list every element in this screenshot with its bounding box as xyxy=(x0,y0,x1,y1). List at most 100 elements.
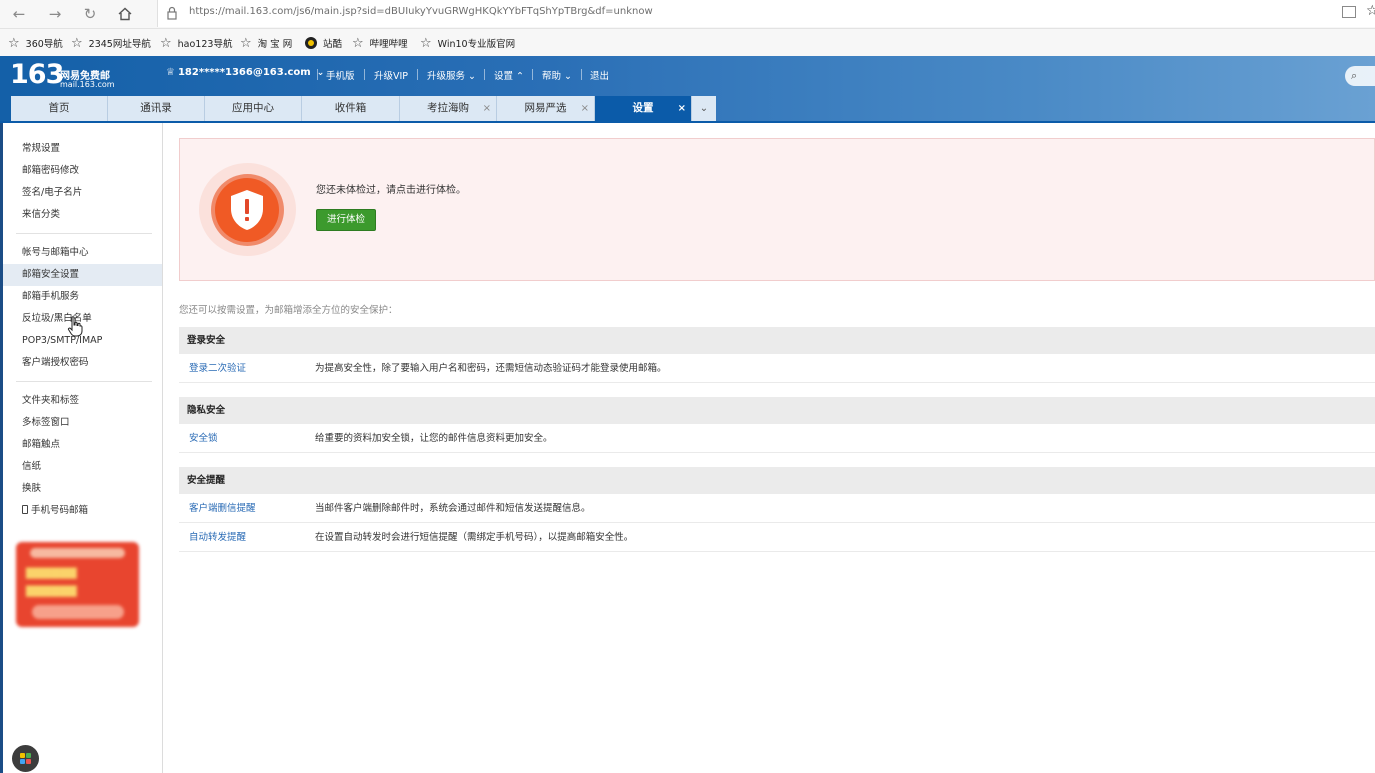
logout-link[interactable]: 退出 xyxy=(590,68,609,82)
tab-yanxuan[interactable]: 网易严选 × xyxy=(497,96,595,121)
sidebar-item-password[interactable]: 邮箱密码修改 xyxy=(3,160,162,182)
setting-description: 在设置自动转发时会进行短信提醒（需绑定手机号码），以提高邮箱安全性。 xyxy=(315,532,634,543)
mobile-version-link[interactable]: 手机版 xyxy=(326,68,355,82)
setting-description: 当邮件客户端删除邮件时，系统会通过邮件和短信发送提醒信息。 xyxy=(315,503,591,514)
logo-number[interactable]: 163 xyxy=(10,59,64,90)
section-header-security-alerts: 安全提醒 xyxy=(179,467,1375,494)
logo-domain: mail.163.com xyxy=(60,80,115,89)
sidebar-item-filters[interactable]: 来信分类 xyxy=(3,204,162,226)
back-arrow-icon[interactable]: ← xyxy=(8,4,30,24)
phone-icon xyxy=(22,505,28,514)
account-email: 182*****1366@163.com xyxy=(177,67,311,78)
search-box[interactable]: ⌕ xyxy=(1345,66,1375,86)
crown-icon: ♕ xyxy=(166,67,175,78)
browser-toolbar: ← → ↻ https://mail.163.com/js6/main.jsp?… xyxy=(0,0,1375,29)
setting-description: 为提高安全性，除了要输入用户名和密码，还需短信动态验证码才能登录使用邮箱。 xyxy=(315,363,667,374)
zcool-icon xyxy=(305,37,317,49)
address-bar[interactable]: https://mail.163.com/js6/main.jsp?sid=dB… xyxy=(157,0,1375,27)
close-icon[interactable]: × xyxy=(678,96,686,121)
two-step-verification-link[interactable]: 登录二次验证 xyxy=(189,354,246,383)
tab-kaola[interactable]: 考拉海购 × xyxy=(400,96,497,121)
close-icon[interactable]: × xyxy=(483,96,491,121)
favorite-star-icon[interactable]: ☆ xyxy=(1366,3,1375,19)
header-separator xyxy=(581,69,582,80)
setting-row: 客户端删信提醒 当邮件客户端删除邮件时，系统会通过邮件和短信发送提醒信息。 xyxy=(179,494,1375,523)
upgrade-service-menu[interactable]: 升级服务 ⌄ xyxy=(427,68,476,82)
sidebar-divider xyxy=(16,233,152,234)
bookmark-item[interactable]: ☆ 淘 宝 网 xyxy=(240,35,292,51)
star-icon: ☆ xyxy=(420,35,432,51)
reader-view-icon[interactable] xyxy=(1342,6,1356,18)
star-icon: ☆ xyxy=(8,35,20,51)
sidebar-divider xyxy=(16,381,152,382)
auto-forward-alert-link[interactable]: 自动转发提醒 xyxy=(189,523,246,552)
header-divider xyxy=(0,121,1375,123)
star-icon: ☆ xyxy=(352,35,364,51)
star-icon: ☆ xyxy=(240,35,252,51)
setting-row: 登录二次验证 为提高安全性，除了要输入用户名和密码，还需短信动态验证码才能登录使… xyxy=(179,354,1375,383)
star-icon: ☆ xyxy=(160,35,172,51)
tab-settings[interactable]: 设置 × xyxy=(595,96,692,121)
bookmark-item[interactable]: 站酷 xyxy=(305,35,342,51)
promo-banner[interactable]: ▇▇▇▇▇▇ ▇▇▇▇▇▇ xyxy=(16,542,139,627)
intro-text: 您还可以按需设置，为邮箱增添全方位的安全保护： xyxy=(179,305,398,316)
security-lock-link[interactable]: 安全锁 xyxy=(189,424,218,453)
chevron-up-icon: ⌃ xyxy=(513,71,524,82)
section-header-login-security: 登录安全 xyxy=(179,327,1375,354)
help-menu[interactable]: 帮助 ⌄ xyxy=(542,68,572,82)
settings-menu[interactable]: 设置 ⌃ xyxy=(494,68,524,82)
bookmark-item[interactable]: ☆ 2345网址导航 xyxy=(71,35,151,51)
bookmark-item[interactable]: ☆ hao123导航 xyxy=(160,35,232,51)
tab-app-center[interactable]: 应用中心 xyxy=(205,96,302,121)
tab-inbox[interactable]: 收件箱 xyxy=(302,96,400,121)
close-icon[interactable]: × xyxy=(581,96,589,121)
sidebar-item-security[interactable]: 邮箱安全设置 xyxy=(3,264,162,286)
sidebar-item-account-center[interactable]: 帐号与邮箱中心 xyxy=(3,242,162,264)
home-icon[interactable] xyxy=(114,4,136,24)
hand-cursor-icon xyxy=(67,316,83,337)
sidebar-item-phone-mailbox[interactable]: 手机号码邮箱 xyxy=(3,500,162,522)
bookmark-item[interactable]: ☆ 哔哩哔哩 xyxy=(352,35,408,51)
mail-header: 163 网易免费邮 mail.163.com ♕ 182*****1366@163… xyxy=(0,56,1375,123)
sidebar-item-client-auth[interactable]: 客户端授权密码 xyxy=(3,352,162,374)
security-checkup-panel: 您还未体检过，请点击进行体检。 进行体检 xyxy=(179,138,1375,281)
start-checkup-button[interactable]: 进行体检 xyxy=(316,209,376,231)
url-text[interactable]: https://mail.163.com/js6/main.jsp?sid=dB… xyxy=(189,6,653,17)
upgrade-vip-link[interactable]: 升级VIP xyxy=(374,68,408,82)
tab-contacts[interactable]: 通讯录 xyxy=(108,96,205,121)
shield-warning-icon xyxy=(231,190,263,230)
header-separator xyxy=(484,69,485,80)
header-separator xyxy=(417,69,418,80)
sidebar-item-signature[interactable]: 签名/电子名片 xyxy=(3,182,162,204)
star-icon: ☆ xyxy=(71,35,83,51)
client-delete-alert-link[interactable]: 客户端删信提醒 xyxy=(189,494,256,523)
sidebar-item-skin[interactable]: 换肤 xyxy=(3,478,162,500)
app-launcher-icon[interactable] xyxy=(12,745,39,772)
more-tabs-chevron-icon[interactable]: ⌄ xyxy=(692,96,716,121)
bookmark-item[interactable]: ☆ Win10专业版官网 xyxy=(420,35,515,51)
header-separator xyxy=(364,69,365,80)
chevron-down-icon: ⌄ xyxy=(465,71,476,82)
header-separator xyxy=(317,69,318,80)
account-menu[interactable]: ♕ 182*****1366@163.com ⌄ xyxy=(166,67,324,78)
section-header-privacy-security: 隐私安全 xyxy=(179,397,1375,424)
header-separator xyxy=(532,69,533,80)
setting-row: 自动转发提醒 在设置自动转发时会进行短信提醒（需绑定手机号码），以提高邮箱安全性… xyxy=(179,523,1375,552)
bookmarks-bar: ☆ 360导航 ☆ 2345网址导航 ☆ hao123导航 ☆ 淘 宝 网 站酷 ☆ 哔哩… xyxy=(0,29,1375,56)
sidebar-item-multi-tab[interactable]: 多标签窗口 xyxy=(3,412,162,434)
sidebar-item-touchpoint[interactable]: 邮箱触点 xyxy=(3,434,162,456)
refresh-icon[interactable]: ↻ xyxy=(79,4,101,24)
checkup-message: 您还未体检过，请点击进行体检。 xyxy=(316,185,466,196)
sidebar-item-mobile-service[interactable]: 邮箱手机服务 xyxy=(3,286,162,308)
sidebar-item-stationery[interactable]: 信纸 xyxy=(3,456,162,478)
lock-icon xyxy=(167,6,177,20)
chevron-down-icon: ⌄ xyxy=(561,71,572,82)
setting-row: 安全锁 给重要的资料加安全锁，让您的邮件信息资料更加安全。 xyxy=(179,424,1375,453)
sidebar-item-folders[interactable]: 文件夹和标签 xyxy=(3,390,162,412)
setting-description: 给重要的资料加安全锁，让您的邮件信息资料更加安全。 xyxy=(315,433,553,444)
forward-arrow-icon[interactable]: → xyxy=(44,4,66,24)
search-icon: ⌕ xyxy=(1351,69,1358,82)
tab-home[interactable]: 首页 xyxy=(11,96,108,121)
bookmark-item[interactable]: ☆ 360导航 xyxy=(8,35,63,51)
sidebar-item-general[interactable]: 常规设置 xyxy=(3,138,162,160)
